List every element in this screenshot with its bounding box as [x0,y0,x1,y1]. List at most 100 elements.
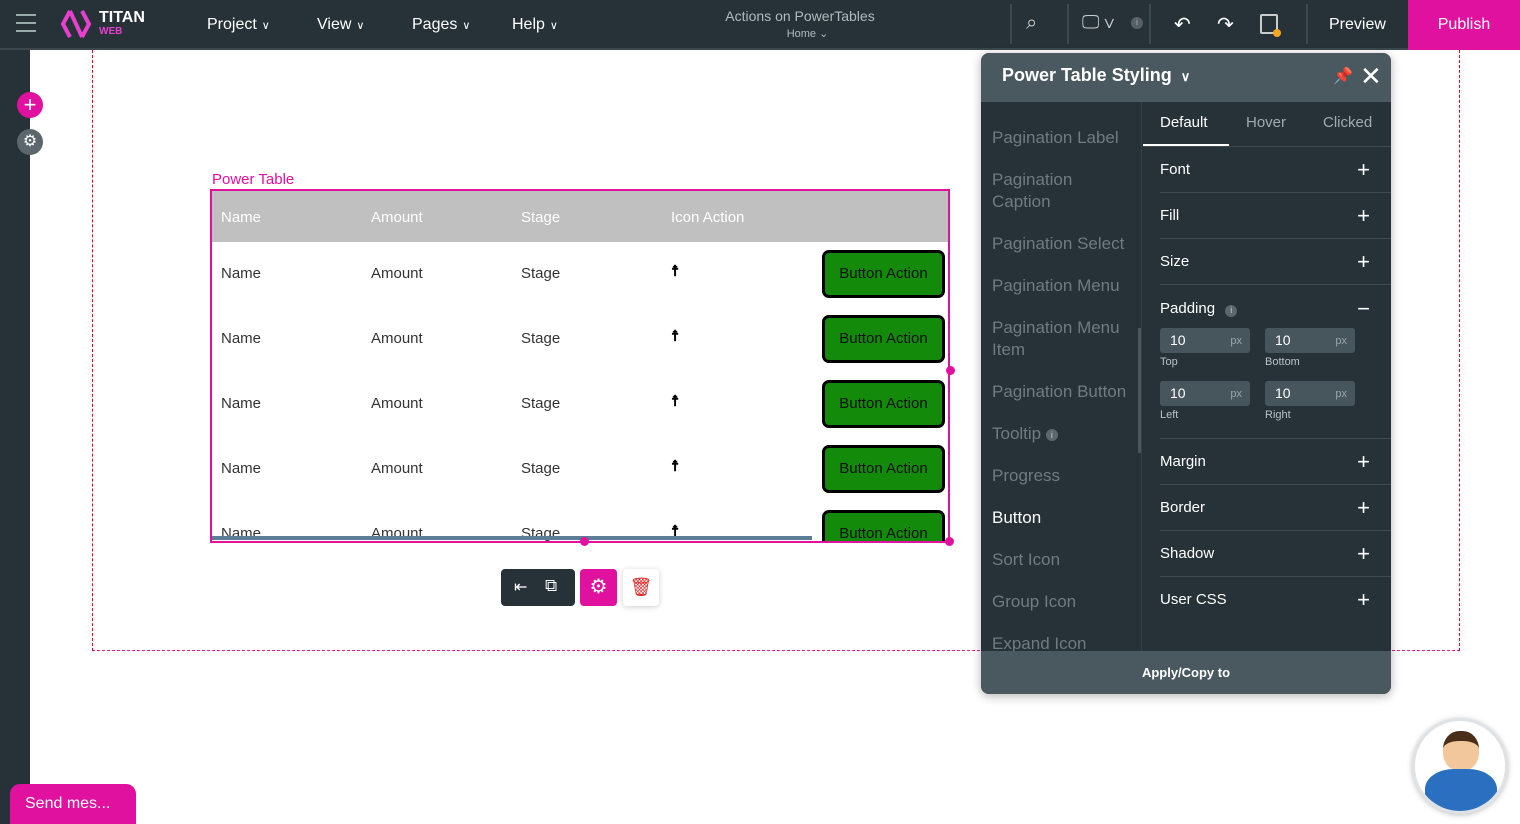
undo-icon[interactable]: ↶ [1174,12,1191,37]
menu-project[interactable]: Project ∨ [207,16,270,34]
accessibility-person-icon[interactable]: ☨ [671,457,679,475]
style-list-item[interactable]: Pagination Caption [992,169,1132,213]
section-size[interactable]: Size + [1160,249,1370,274]
style-list-item[interactable]: Pagination Label [992,127,1132,149]
table-row[interactable]: Name Amount Stage ☨ Button Action [212,372,948,437]
padding-right-input[interactable]: 10 px [1265,381,1355,406]
info-icon: i [1225,305,1238,317]
styling-panel: Power Table Styling ∨ 📌 ✕ Pagination Lab… [981,53,1391,694]
column-header[interactable]: Amount [371,209,423,226]
device-monitor-icon[interactable]: 🖵 ∨ [1082,12,1115,33]
cell-name: Name [221,395,262,412]
chevron-down-icon: ∨ [462,20,471,32]
button-action[interactable]: Button Action [822,510,945,541]
column-header[interactable]: Name [221,209,261,226]
left-rail: + ⚙ [0,50,43,824]
expand-plus-icon[interactable]: + [1357,157,1370,183]
add-icon[interactable]: + [17,92,43,118]
search-icon[interactable]: ⌕ [1026,12,1037,35]
apply-copy-button[interactable]: Apply/Copy to [981,651,1391,694]
accessibility-person-icon[interactable]: ☨ [671,327,679,345]
top-bar: TITAN WEB Project ∨ View ∨ Pages ∨ Help ∨ Ac… [0,0,1520,50]
resize-handle[interactable] [580,537,589,546]
expand-plus-icon[interactable]: + [1357,449,1370,475]
hamburger-menu-icon[interactable] [16,14,36,32]
button-action[interactable]: Button Action [822,445,945,493]
power-table[interactable]: Name Amount Stage Icon Action Name Amoun… [210,189,950,543]
tab-clicked[interactable]: Clicked [1323,114,1372,131]
tab-hover[interactable]: Hover [1246,114,1286,131]
assistant-avatar[interactable] [1412,718,1508,814]
settings-icon[interactable]: ⚙ [17,129,43,155]
table-row[interactable]: Name Amount Stage ☨ Button Action [212,307,948,372]
info-icon: i [1131,17,1143,29]
redo-icon[interactable]: ↷ [1217,12,1234,37]
settings-button[interactable]: ⚙ [580,569,617,606]
section-border[interactable]: Border + [1160,495,1370,520]
component-toolbar: ⇤ ⧉ [501,569,575,606]
section-margin[interactable]: Margin + [1160,449,1370,474]
chevron-down-icon: ∨ [261,20,270,32]
table-row[interactable]: Name Amount Stage ☨ Button Action [212,242,948,307]
pin-icon[interactable]: 📌 [1333,66,1353,86]
style-list-item[interactable]: Pagination Menu [992,275,1132,297]
table-header: Name Amount Stage Icon Action [212,191,948,242]
expand-plus-icon[interactable]: + [1357,587,1370,613]
section-font[interactable]: Font + [1160,157,1370,182]
horizontal-scrollbar[interactable] [212,536,812,540]
logo-text: TITAN [99,9,145,26]
cell-amount: Amount [371,265,423,282]
style-list-item[interactable]: Pagination Select [992,233,1132,255]
preview-button[interactable]: Preview [1329,16,1386,34]
resize-handle[interactable] [946,366,955,375]
expand-plus-icon[interactable]: + [1357,203,1370,229]
cell-stage: Stage [521,460,561,477]
expand-plus-icon[interactable]: + [1357,541,1370,567]
collapse-minus-icon[interactable]: − [1357,296,1370,322]
external-link-icon[interactable]: ⧉ [545,576,557,596]
component-label: Power Table [212,171,295,188]
align-left-icon[interactable]: ⇤ [514,577,527,597]
style-list-item[interactable]: Group Icon [992,591,1132,613]
delete-button[interactable]: 🗑 [623,569,659,606]
cell-name: Name [221,265,262,282]
panel-title[interactable]: Power Table Styling ∨ [1002,65,1190,86]
column-header[interactable]: Icon Action [671,209,744,226]
section-shadow[interactable]: Shadow + [1160,541,1370,566]
publish-button[interactable]: Publish [1408,0,1520,50]
section-user-css[interactable]: User CSS + [1160,587,1370,612]
chat-button[interactable]: Send mes... [10,784,136,824]
tab-default[interactable]: Default [1160,114,1208,131]
cell-stage: Stage [521,265,561,282]
padding-left-input[interactable]: 10 px [1160,381,1250,406]
label-right: Right [1265,409,1291,421]
style-list-item[interactable]: Tooltip i [992,423,1132,445]
section-fill[interactable]: Fill + [1160,203,1370,228]
accessibility-person-icon[interactable]: ☨ [671,262,679,280]
padding-top-input[interactable]: 10 px [1160,328,1250,353]
style-list-item[interactable]: Pagination Menu Item [992,317,1132,361]
label-left: Left [1160,409,1179,421]
accessibility-person-icon[interactable]: ☨ [671,392,679,410]
button-action[interactable]: Button Action [822,315,945,363]
expand-plus-icon[interactable]: + [1357,249,1370,275]
section-padding[interactable]: Padding i − [1160,296,1370,321]
style-list-item[interactable]: Progress [992,465,1132,487]
resize-handle[interactable] [945,537,954,546]
button-action[interactable]: Button Action [822,250,945,298]
menu-view[interactable]: View ∨ [317,16,364,34]
style-list-item[interactable]: Pagination Button [992,381,1132,403]
style-list-item[interactable]: Sort Icon [992,549,1132,571]
page-selector[interactable]: Home ⌄ [700,27,915,40]
divider [1067,4,1069,44]
menu-pages[interactable]: Pages ∨ [412,16,470,34]
padding-bottom-input[interactable]: 10 px [1265,328,1355,353]
expand-plus-icon[interactable]: + [1357,495,1370,521]
table-row[interactable]: Name Amount Stage ☨ Button Action [212,437,948,502]
button-action[interactable]: Button Action [822,380,945,428]
style-list-item[interactable]: Button [992,507,1132,529]
menu-help[interactable]: Help ∨ [512,16,558,34]
column-header[interactable]: Stage [521,209,560,226]
save-icon[interactable] [1260,14,1281,37]
close-icon[interactable]: ✕ [1360,61,1382,92]
